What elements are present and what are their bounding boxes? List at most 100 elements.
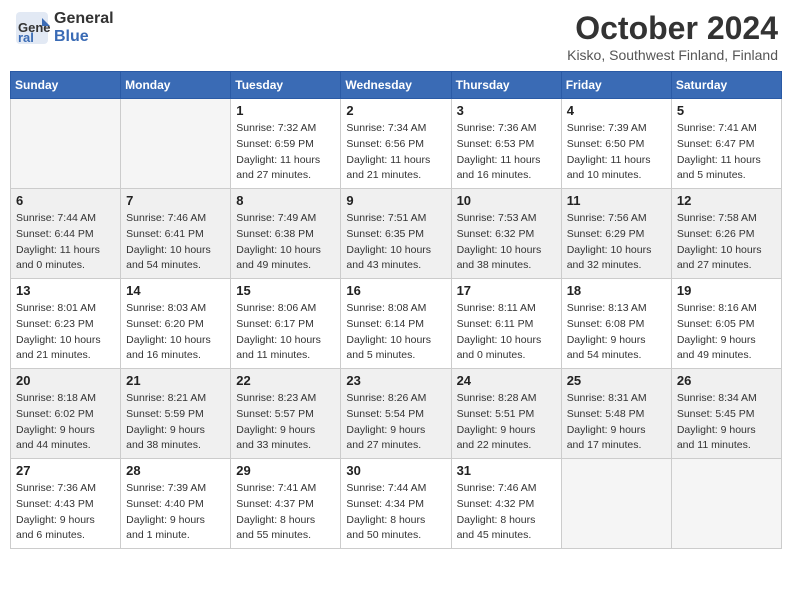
day-info: Sunrise: 7:44 AMSunset: 4:34 PMDaylight:…	[346, 481, 445, 544]
calendar-cell: 17 Sunrise: 8:11 AMSunset: 6:11 PMDayligh…	[451, 279, 561, 369]
calendar-cell: 8 Sunrise: 7:49 AMSunset: 6:38 PMDaylight…	[231, 189, 341, 279]
calendar-cell: 20Sunrise: 8:18 AMSunset: 6:02 PMDayligh…	[11, 369, 121, 459]
day-number: 16	[346, 283, 445, 298]
calendar-cell	[11, 99, 121, 189]
day-info: Sunrise: 8:13 AMSunset: 6:08 PMDaylight:…	[567, 301, 666, 364]
day-number: 28	[126, 463, 225, 478]
calendar-week-row: 27 Sunrise: 7:36 AMSunset: 4:43 PMDayligh…	[11, 459, 782, 549]
day-info: Sunrise: 7:36 AMSunset: 4:43 PMDaylight:…	[16, 481, 115, 544]
svg-text:ral: ral	[18, 30, 34, 45]
day-number: 27	[16, 463, 115, 478]
day-info: Sunrise: 7:41 AMSunset: 6:47 PMDaylight:…	[677, 121, 776, 184]
calendar-cell: 6 Sunrise: 7:44 AMSunset: 6:44 PMDaylight…	[11, 189, 121, 279]
day-info: Sunrise: 8:06 AMSunset: 6:17 PMDaylight:…	[236, 301, 335, 364]
day-info: Sunrise: 8:26 AMSunset: 5:54 PMDaylight:…	[346, 391, 445, 454]
calendar-cell: 30 Sunrise: 7:44 AMSunset: 4:34 PMDayligh…	[341, 459, 451, 549]
day-info: Sunrise: 7:58 AMSunset: 6:26 PMDaylight:…	[677, 211, 776, 274]
title-block: October 2024 Kisko, Southwest Finland, F…	[567, 10, 778, 63]
calendar-cell: 5 Sunrise: 7:41 AMSunset: 6:47 PMDaylight…	[671, 99, 781, 189]
day-info: Sunrise: 8:34 AMSunset: 5:45 PMDaylight:…	[677, 391, 776, 454]
calendar-cell: 9 Sunrise: 7:51 AMSunset: 6:35 PMDaylight…	[341, 189, 451, 279]
calendar-cell	[671, 459, 781, 549]
calendar-cell: 12Sunrise: 7:58 AMSunset: 6:26 PMDayligh…	[671, 189, 781, 279]
day-info: Sunrise: 8:31 AMSunset: 5:48 PMDaylight:…	[567, 391, 666, 454]
calendar-cell: 29 Sunrise: 7:41 AMSunset: 4:37 PMDayligh…	[231, 459, 341, 549]
calendar-cell	[121, 99, 231, 189]
calendar-cell: 21Sunrise: 8:21 AMSunset: 5:59 PMDayligh…	[121, 369, 231, 459]
day-number: 3	[457, 103, 556, 118]
weekday-header: Tuesday	[231, 72, 341, 99]
day-number: 31	[457, 463, 556, 478]
day-info: Sunrise: 8:03 AMSunset: 6:20 PMDaylight:…	[126, 301, 225, 364]
calendar-cell: 25 Sunrise: 8:31 AMSunset: 5:48 PMDayligh…	[561, 369, 671, 459]
day-number: 5	[677, 103, 776, 118]
logo-line1: General	[54, 10, 114, 28]
day-info: Sunrise: 7:51 AMSunset: 6:35 PMDaylight:…	[346, 211, 445, 274]
calendar-cell: 24 Sunrise: 8:28 AMSunset: 5:51 PMDayligh…	[451, 369, 561, 459]
day-info: Sunrise: 7:36 AMSunset: 6:53 PMDaylight:…	[457, 121, 556, 184]
calendar-cell	[561, 459, 671, 549]
page-header: Gene ral General Blue October 2024 Kisko…	[10, 10, 782, 63]
logo: Gene ral General Blue	[14, 10, 114, 46]
day-number: 17	[457, 283, 556, 298]
day-number: 14	[126, 283, 225, 298]
day-info: Sunrise: 8:28 AMSunset: 5:51 PMDaylight:…	[457, 391, 556, 454]
calendar-cell: 10 Sunrise: 7:53 AMSunset: 6:32 PMDayligh…	[451, 189, 561, 279]
day-info: Sunrise: 7:46 AMSunset: 4:32 PMDaylight:…	[457, 481, 556, 544]
weekday-header: Sunday	[11, 72, 121, 99]
calendar-cell: 28 Sunrise: 7:39 AMSunset: 4:40 PMDayligh…	[121, 459, 231, 549]
day-info: Sunrise: 8:23 AMSunset: 5:57 PMDaylight:…	[236, 391, 335, 454]
calendar-header-row: SundayMondayTuesdayWednesdayThursdayFrid…	[11, 72, 782, 99]
day-number: 22	[236, 373, 335, 388]
day-info: Sunrise: 7:44 AMSunset: 6:44 PMDaylight:…	[16, 211, 115, 274]
day-number: 25	[567, 373, 666, 388]
day-number: 29	[236, 463, 335, 478]
day-number: 6	[16, 193, 115, 208]
day-number: 4	[567, 103, 666, 118]
day-info: Sunrise: 7:39 AMSunset: 6:50 PMDaylight:…	[567, 121, 666, 184]
day-info: Sunrise: 7:32 AMSunset: 6:59 PMDaylight:…	[236, 121, 335, 184]
day-number: 23	[346, 373, 445, 388]
calendar-week-row: 13Sunrise: 8:01 AMSunset: 6:23 PMDayligh…	[11, 279, 782, 369]
day-number: 24	[457, 373, 556, 388]
logo-line2: Blue	[54, 28, 114, 46]
day-number: 8	[236, 193, 335, 208]
day-number: 19	[677, 283, 776, 298]
day-info: Sunrise: 7:56 AMSunset: 6:29 PMDaylight:…	[567, 211, 666, 274]
calendar-cell: 31 Sunrise: 7:46 AMSunset: 4:32 PMDayligh…	[451, 459, 561, 549]
day-info: Sunrise: 8:18 AMSunset: 6:02 PMDaylight:…	[16, 391, 115, 454]
day-number: 18	[567, 283, 666, 298]
day-number: 26	[677, 373, 776, 388]
calendar-cell: 18 Sunrise: 8:13 AMSunset: 6:08 PMDayligh…	[561, 279, 671, 369]
calendar-table: SundayMondayTuesdayWednesdayThursdayFrid…	[10, 71, 782, 549]
calendar-cell: 3 Sunrise: 7:36 AMSunset: 6:53 PMDaylight…	[451, 99, 561, 189]
day-number: 2	[346, 103, 445, 118]
calendar-cell: 14 Sunrise: 8:03 AMSunset: 6:20 PMDayligh…	[121, 279, 231, 369]
calendar-cell: 2Sunrise: 7:34 AMSunset: 6:56 PMDaylight…	[341, 99, 451, 189]
day-number: 11	[567, 193, 666, 208]
weekday-header: Friday	[561, 72, 671, 99]
location-title: Kisko, Southwest Finland, Finland	[567, 47, 778, 63]
day-info: Sunrise: 7:41 AMSunset: 4:37 PMDaylight:…	[236, 481, 335, 544]
day-info: Sunrise: 7:49 AMSunset: 6:38 PMDaylight:…	[236, 211, 335, 274]
day-info: Sunrise: 8:01 AMSunset: 6:23 PMDaylight:…	[16, 301, 115, 364]
calendar-week-row: 6 Sunrise: 7:44 AMSunset: 6:44 PMDaylight…	[11, 189, 782, 279]
day-number: 7	[126, 193, 225, 208]
weekday-header: Saturday	[671, 72, 781, 99]
weekday-header: Monday	[121, 72, 231, 99]
day-number: 10	[457, 193, 556, 208]
calendar-cell: 7Sunrise: 7:46 AMSunset: 6:41 PMDaylight…	[121, 189, 231, 279]
calendar-cell: 23 Sunrise: 8:26 AMSunset: 5:54 PMDayligh…	[341, 369, 451, 459]
calendar-week-row: 20Sunrise: 8:18 AMSunset: 6:02 PMDayligh…	[11, 369, 782, 459]
weekday-header: Wednesday	[341, 72, 451, 99]
day-info: Sunrise: 8:21 AMSunset: 5:59 PMDaylight:…	[126, 391, 225, 454]
day-info: Sunrise: 8:11 AMSunset: 6:11 PMDaylight:…	[457, 301, 556, 364]
day-info: Sunrise: 8:08 AMSunset: 6:14 PMDaylight:…	[346, 301, 445, 364]
calendar-cell: 1Sunrise: 7:32 AMSunset: 6:59 PMDaylight…	[231, 99, 341, 189]
logo-icon: Gene ral	[14, 10, 50, 46]
day-info: Sunrise: 7:39 AMSunset: 4:40 PMDaylight:…	[126, 481, 225, 544]
day-number: 9	[346, 193, 445, 208]
day-number: 30	[346, 463, 445, 478]
day-info: Sunrise: 7:53 AMSunset: 6:32 PMDaylight:…	[457, 211, 556, 274]
calendar-cell: 4 Sunrise: 7:39 AMSunset: 6:50 PMDaylight…	[561, 99, 671, 189]
